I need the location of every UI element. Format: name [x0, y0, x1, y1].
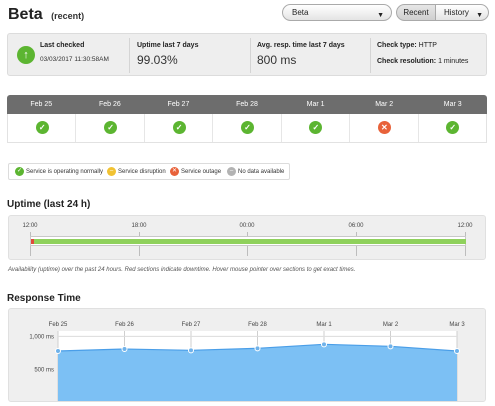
uptime-tick-label: 12:00	[457, 223, 473, 229]
response-point	[254, 345, 261, 352]
response-point	[321, 341, 327, 348]
chevron-down-icon: ▼	[377, 12, 384, 19]
response-point	[188, 347, 194, 354]
uptime-title: Uptime (last 24 h)	[7, 199, 91, 210]
y-tick-label: 1,000 ms	[29, 334, 54, 340]
uptime-tick-label: 12:00	[22, 223, 38, 229]
cross-circle-icon: ✕	[377, 121, 391, 134]
day-status-cell[interactable]: ✓	[282, 114, 351, 142]
uptime-7d: Uptime last 7 days 99.03%	[137, 42, 198, 67]
day-status-cell[interactable]: ✓	[76, 114, 145, 142]
arrow-up-icon: ↑	[17, 46, 35, 64]
check-type: Check type: HTTP	[377, 42, 468, 49]
check-type-value: HTTP	[418, 42, 437, 49]
chevron-down-icon: ▼	[476, 12, 483, 19]
monitor-select-value: Beta	[292, 8, 309, 17]
uptime-chart: 12:00 18:00 00:00 06:00 12:00	[8, 215, 486, 260]
page-title: Beta	[8, 6, 43, 23]
day-status-cell[interactable]: ✓	[213, 114, 282, 142]
avg-response-value: 800 ms	[257, 53, 297, 67]
view-toggle: Recent History ▼	[396, 4, 489, 21]
last-checked-value: 03/03/2017 11:30:58AM	[40, 56, 109, 63]
x-tick-label: Mar 1	[316, 322, 332, 328]
check-circle-icon: ✓	[15, 167, 24, 176]
status-legend: ✓ Service is operating normally – Service …	[8, 163, 290, 180]
x-tick-label: Feb 28	[248, 322, 267, 328]
check-circle-icon: ✓	[35, 121, 49, 134]
legend-normal-label: Service is operating normally	[26, 169, 104, 176]
check-resolution-value: 1 minutes	[438, 58, 469, 65]
warning-circle-icon: –	[107, 167, 116, 176]
summary-panel: ↑ Last checked 03/03/2017 11:30:58AM Upt…	[7, 33, 487, 76]
x-tick-label: Mar 2	[383, 322, 399, 328]
uptime-caption: Availability (uptime) over the past 24 h…	[8, 267, 356, 273]
day-status-cell[interactable]: ✕	[350, 114, 419, 142]
uptime-value: 99.03%	[137, 53, 178, 67]
uptime-label: Uptime last 7 days	[137, 42, 199, 49]
day-status-cell[interactable]: ✓	[419, 114, 486, 142]
check-circle-icon: ✓	[172, 121, 186, 134]
uptime-segment[interactable]	[34, 239, 466, 244]
day-status-cell[interactable]: ✓	[145, 114, 214, 142]
response-point	[387, 343, 394, 350]
divider	[129, 38, 130, 73]
x-tick-label: Feb 25	[49, 322, 68, 328]
divider	[250, 38, 251, 73]
days-header-row: Feb 25 Feb 26 Feb 27 Feb 28 Mar 1 Mar 2 Mar 3	[7, 95, 487, 114]
day-header: Feb 25	[30, 101, 53, 108]
recent-button[interactable]: Recent	[396, 4, 436, 21]
uptime-bar[interactable]	[30, 236, 466, 246]
response-point	[55, 348, 61, 354]
avg-response-label: Avg. resp. time last 7 days	[257, 42, 345, 49]
page-header: Beta (recent)	[8, 6, 84, 24]
days-status-row: ✓ ✓ ✓ ✓ ✓ ✕ ✓	[7, 114, 487, 143]
uptime-tick-label: 18:00	[131, 223, 147, 229]
page-subtitle: (recent)	[51, 11, 85, 21]
uptime-tick-label: 06:00	[348, 223, 364, 229]
response-title: Response Time	[7, 293, 81, 304]
day-header: Mar 2	[375, 101, 394, 108]
day-header: Feb 27	[167, 101, 190, 108]
history-label: History	[444, 8, 469, 17]
cross-circle-icon: ✕	[170, 167, 179, 176]
history-dropdown[interactable]: History ▼	[435, 4, 489, 21]
response-point	[121, 346, 128, 352]
avg-response: Avg. resp. time last 7 days 800 ms	[257, 42, 345, 67]
check-circle-icon: ✓	[240, 121, 254, 134]
check-circle-icon: ✓	[104, 121, 118, 134]
check-resolution: Check resolution: 1 minutes	[377, 58, 468, 65]
legend-disruption: – Service disruption	[107, 167, 166, 177]
check-circle-icon: ✓	[446, 121, 460, 134]
nodata-circle-icon: –	[227, 167, 236, 176]
y-tick-label: 500 ms	[34, 368, 54, 374]
check-info: Check type: HTTP Check resolution: 1 min…	[377, 42, 468, 65]
uptime-tick-label: 00:00	[239, 223, 255, 229]
day-header: Mar 3	[443, 101, 462, 108]
last-checked: Last checked 03/03/2017 11:30:58AM	[40, 42, 109, 63]
last-checked-label: Last checked	[40, 42, 85, 49]
day-header: Feb 26	[98, 101, 121, 108]
response-area	[58, 344, 457, 401]
legend-normal: ✓ Service is operating normally	[15, 167, 103, 177]
day-status-cell[interactable]: ✓	[8, 114, 77, 142]
legend-disruption-label: Service disruption	[118, 169, 166, 176]
monitor-select[interactable]: Beta ▼	[282, 4, 392, 21]
check-type-label: Check type:	[377, 42, 417, 49]
check-resolution-label: Check resolution:	[377, 58, 437, 65]
response-chart-svg: Feb 25 Feb 26 Feb 27 Feb 28 Mar 1 Mar 2 Mar 3 1…	[29, 322, 465, 401]
legend-nodata-label: No data available	[238, 169, 285, 176]
divider	[370, 38, 371, 73]
legend-outage-label: Service outage	[181, 169, 222, 176]
x-tick-label: Feb 26	[115, 322, 134, 328]
x-tick-label: Feb 27	[182, 322, 201, 328]
daily-status-table: Feb 25 Feb 26 Feb 27 Feb 28 Mar 1 Mar 2 Mar 3 …	[7, 95, 487, 143]
day-header: Mar 1	[306, 101, 325, 108]
legend-outage: ✕ Service outage	[170, 167, 221, 177]
response-point	[454, 348, 460, 354]
x-tick-label: Mar 3	[449, 322, 465, 328]
day-header: Feb 28	[236, 101, 258, 108]
response-chart: Feb 25 Feb 26 Feb 27 Feb 28 Mar 1 Mar 2 Mar 3 1…	[8, 308, 486, 402]
legend-nodata: – No data available	[227, 167, 284, 177]
check-circle-icon: ✓	[309, 121, 323, 134]
